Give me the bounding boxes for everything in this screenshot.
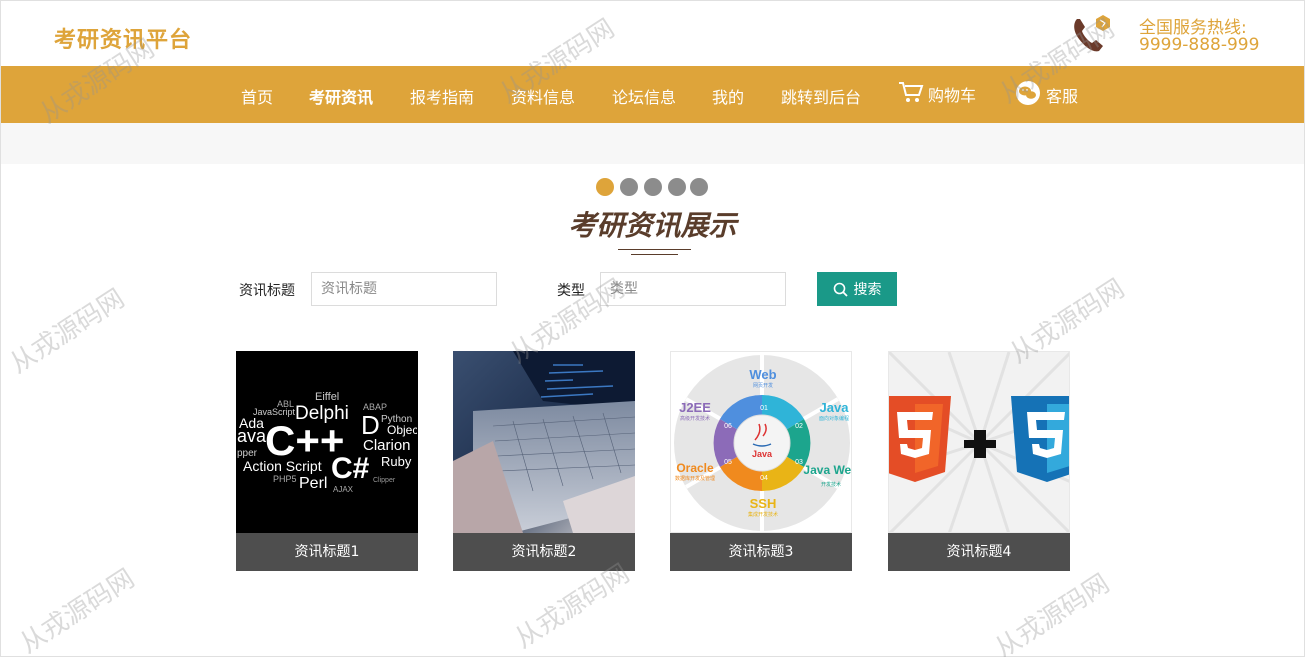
label-j2ee: J2EE: [679, 400, 711, 415]
nav-home[interactable]: 首页: [241, 84, 273, 108]
carousel-dot-5[interactable]: [690, 178, 708, 196]
nav-admin-label: 跳转到后台: [781, 88, 862, 107]
seg-04: 04: [760, 475, 768, 482]
news-card-3-title[interactable]: 资讯标题3: [670, 533, 852, 571]
site-logo[interactable]: 考研资讯平台: [54, 22, 192, 54]
word-17: PHP5: [273, 474, 297, 484]
news-card-4[interactable]: 资讯标题4: [888, 351, 1070, 571]
label-oracle: Oracle: [676, 461, 714, 475]
label-ssh-sub: 集成开发技术: [748, 511, 778, 518]
watermark: 从戎源码网: [989, 568, 1116, 657]
java-logo-label: Java: [752, 449, 773, 459]
label-javaweb-sub: 开发技术: [821, 481, 841, 488]
banner-strip: [1, 123, 1304, 164]
search-button[interactable]: 搜索: [817, 272, 897, 306]
seg-01: 01: [760, 405, 768, 412]
news-card-4-title[interactable]: 资讯标题4: [888, 533, 1070, 571]
nav-service[interactable]: 客服: [1014, 80, 1078, 110]
nav-guide[interactable]: 报考指南: [410, 84, 474, 108]
phone-icon: [1069, 13, 1113, 55]
section-title: 考研资讯展示: [568, 209, 737, 242]
word-8: D: [361, 410, 380, 440]
nav-cart-label: 购物车: [928, 86, 977, 105]
type-filter-label: 类型: [557, 283, 585, 299]
nav-mine-label: 我的: [712, 88, 745, 107]
news-card-4-image: [888, 351, 1070, 533]
news-card-3[interactable]: Java 01 02 03 04 05 06 Web 网页开发 Java 面向对…: [670, 351, 852, 571]
word-1: Eiffel: [315, 391, 339, 403]
title-filter-input[interactable]: [311, 272, 497, 306]
nav-admin[interactable]: 跳转到后台: [781, 84, 861, 108]
label-oracle-sub: 数据库开发及管理: [675, 475, 715, 482]
nav-forum-label: 论坛信息: [612, 88, 677, 107]
news-card-2-title[interactable]: 资讯标题2: [453, 533, 635, 571]
carousel-dot-3[interactable]: [644, 178, 662, 196]
search-icon: [833, 282, 848, 297]
nav-news-label: 考研资讯: [309, 88, 374, 107]
title-filter-label: 资讯标题: [239, 283, 295, 299]
title-underline-short: [631, 254, 678, 255]
search-button-label: 搜索: [853, 282, 882, 298]
word-13: C#: [331, 452, 370, 485]
seg-06: 06: [724, 423, 732, 430]
nav-news[interactable]: 考研资讯: [309, 84, 373, 108]
label-java: Java: [820, 400, 850, 415]
header-bar: 考研资讯平台 全国服务热线: 9999-888-999: [1, 1, 1304, 66]
news-card-1[interactable]: Eiffel ABL JavaScript Delphi ABAP Ada C+…: [236, 351, 418, 571]
watermark: 从戎源码网: [4, 283, 131, 380]
nav-materials[interactable]: 资料信息: [511, 84, 575, 108]
news-card-2-image: [453, 351, 635, 533]
carousel-dot-1[interactable]: [596, 178, 614, 196]
nav-cart[interactable]: 购物车: [898, 80, 976, 108]
word-20: Clipper: [373, 477, 396, 484]
seg-05: 05: [724, 459, 732, 466]
nav-materials-label: 资料信息: [511, 88, 576, 107]
seg-02: 02: [795, 423, 803, 430]
label-j2ee-sub: 高级开发技术: [680, 415, 710, 422]
label-ssh: SSH: [750, 496, 777, 511]
title-underline: [618, 249, 691, 250]
news-card-1-title[interactable]: 资讯标题1: [236, 533, 418, 571]
nav-home-label: 首页: [241, 88, 274, 107]
word-11: ava: [237, 426, 267, 446]
type-filter-input[interactable]: [600, 272, 786, 306]
watermark: 从戎源码网: [14, 563, 141, 657]
label-web-sub: 网页开发: [753, 382, 773, 389]
nav-mine[interactable]: 我的: [712, 84, 744, 108]
word-19: AJAX: [333, 485, 354, 494]
word-14: Ruby: [381, 454, 412, 469]
seg-03: 03: [795, 459, 803, 466]
label-javaweb: Java Web: [803, 463, 852, 477]
chat-icon: [1014, 80, 1042, 110]
carousel-dot-2[interactable]: [620, 178, 638, 196]
hotline-number: 9999-888-999: [1139, 35, 1260, 55]
word-18: Perl: [299, 475, 327, 492]
cart-icon: [898, 80, 924, 108]
nav-guide-label: 报考指南: [410, 88, 475, 107]
nav-forum[interactable]: 论坛信息: [612, 84, 676, 108]
news-card-3-image: Java 01 02 03 04 05 06 Web 网页开发 Java 面向对…: [670, 351, 852, 533]
label-web: Web: [749, 367, 776, 382]
news-card-2[interactable]: 资讯标题2: [453, 351, 635, 571]
carousel-dot-4[interactable]: [668, 178, 686, 196]
label-java-sub: 面向对象编程: [819, 415, 849, 422]
word-16: Action Script: [243, 458, 322, 474]
word-10: Object: [387, 423, 418, 437]
nav-service-label: 客服: [1046, 87, 1079, 106]
main-nav: 首页 考研资讯 报考指南 资料信息 论坛信息 我的 跳转到后台 购物车 客服: [1, 66, 1304, 123]
word-12: Clarion: [363, 437, 411, 454]
news-card-1-image: Eiffel ABL JavaScript Delphi ABAP Ada C+…: [236, 351, 418, 533]
